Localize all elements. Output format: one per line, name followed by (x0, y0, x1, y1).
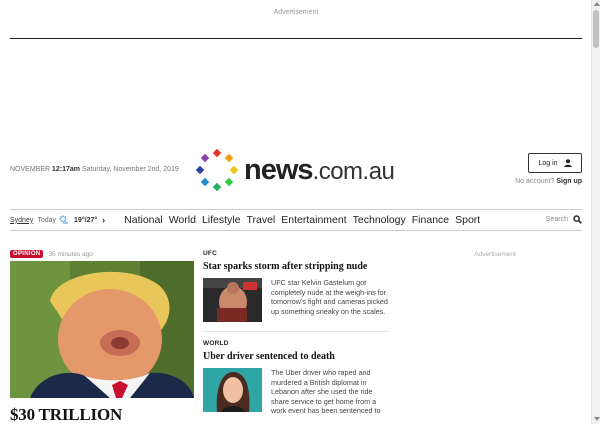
story-section[interactable]: UFC (203, 250, 389, 257)
full-date: Saturday, November 2nd, 2019 (82, 166, 179, 173)
login-label: Log in (538, 159, 558, 167)
news-logo[interactable]: news.com.au (196, 148, 406, 192)
lead-time-ago: 35 minutes ago (48, 250, 93, 258)
nav-item-entertainment[interactable]: Entertainment (281, 214, 346, 226)
lead-headline[interactable]: $30 TRILLION (10, 405, 194, 424)
weather-widget[interactable]: Sydney Today 19°/27° › (10, 215, 105, 225)
lead-story-image[interactable] (10, 261, 194, 398)
chevron-right-icon[interactable]: › (102, 215, 105, 225)
main-navigation: Sydney Today 19°/27° › National World Li… (10, 209, 582, 231)
no-account-prompt: No account? Sign up (515, 178, 582, 185)
logo-domain-text: .com.au (312, 158, 395, 185)
login-button[interactable]: Log in (528, 153, 582, 173)
weather-temps: 19°/27° (74, 216, 98, 224)
sidebar-advertisement-label: Advertisement (474, 251, 516, 258)
logo-news-text: news (244, 154, 314, 186)
scroll-up-arrow-icon[interactable] (594, 2, 600, 6)
story-title[interactable]: Uber driver sentenced to death (203, 351, 389, 362)
weather-day: Today (37, 216, 57, 224)
story-body: UFC star Kelvin Gastelum got completely … (203, 278, 389, 322)
story-body: The Uber driver who raped and murdered a… (203, 368, 389, 416)
story-divider (203, 331, 389, 332)
story-card[interactable]: WORLD Uber driver sentenced to death The… (203, 340, 389, 416)
masthead: NOVEMBER 12:17am Saturday, November 2nd,… (10, 148, 582, 192)
lead-story[interactable]: OPINION 35 minutes ago $30 TRILLION (10, 250, 194, 424)
dateline: NOVEMBER 12:17am Saturday, November 2nd,… (10, 166, 179, 173)
story-summary: UFC star Kelvin Gastelum got completely … (271, 278, 388, 316)
portrait-photo (203, 368, 262, 412)
vertical-scrollbar[interactable] (591, 0, 600, 424)
story-title[interactable]: Star sparks storm after stripping nude (203, 261, 389, 272)
top-advertisement-label: Advertisement (273, 9, 319, 16)
nav-links: National World Lifestyle Travel Entertai… (124, 214, 486, 226)
story-card[interactable]: UFC Star sparks storm after stripping nu… (203, 250, 389, 322)
search-label[interactable]: Search (546, 216, 568, 223)
weather-city[interactable]: Sydney (10, 217, 33, 224)
date-month: NOVEMBER (10, 166, 51, 173)
logo-dots-icon (196, 148, 239, 192)
search-control[interactable]: Search (546, 215, 582, 224)
no-account-text: No account? (515, 178, 555, 185)
story-thumbnail[interactable] (203, 278, 262, 322)
logo-wordmark: news.com.au (244, 154, 395, 187)
story-thumbnail[interactable] (203, 368, 262, 412)
opinion-badge: OPINION (10, 250, 44, 258)
nav-item-travel[interactable]: Travel (246, 214, 275, 226)
signup-link[interactable]: Sign up (556, 178, 582, 185)
ufc-photo (203, 278, 262, 322)
nav-item-finance[interactable]: Finance (412, 214, 449, 226)
nav-item-lifestyle[interactable]: Lifestyle (202, 214, 241, 226)
nav-item-national[interactable]: National (124, 214, 163, 226)
user-icon (563, 159, 572, 167)
scroll-down-arrow-icon[interactable] (594, 417, 600, 421)
partly-sunny-icon (59, 215, 69, 224)
lead-photo (10, 261, 194, 398)
lead-meta: OPINION 35 minutes ago (10, 250, 194, 258)
top-divider (10, 38, 582, 39)
search-icon[interactable] (573, 215, 582, 224)
nav-item-technology[interactable]: Technology (353, 214, 406, 226)
story-summary: The Uber driver who raped and murdered a… (271, 368, 381, 416)
story-list: UFC Star sparks storm after stripping nu… (203, 250, 389, 416)
current-time: 12:17am (52, 166, 81, 173)
nav-item-sport[interactable]: Sport (455, 214, 480, 226)
story-section[interactable]: WORLD (203, 340, 389, 347)
nav-item-world[interactable]: World (169, 214, 196, 226)
scrollbar-thumb[interactable] (593, 10, 599, 48)
